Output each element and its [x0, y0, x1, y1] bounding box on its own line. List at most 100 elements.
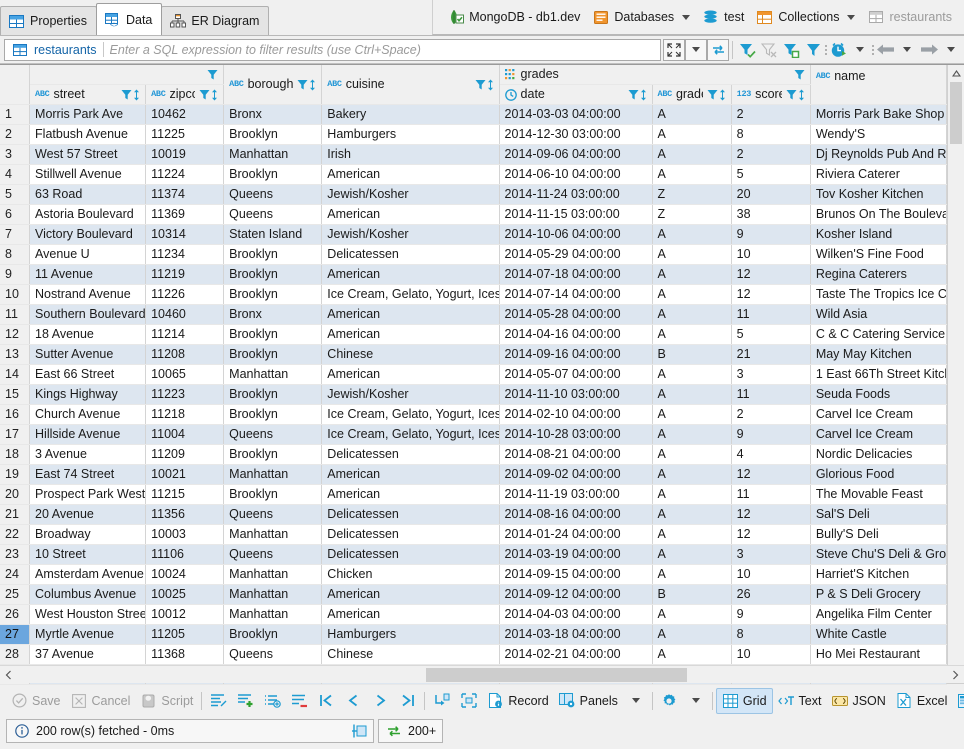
cancel-button[interactable]: Cancel [66, 688, 136, 714]
cell-street[interactable]: 18 Avenue [29, 324, 147, 345]
cell-zipcode[interactable]: 11223 [145, 384, 225, 405]
cell-borough[interactable]: Brooklyn [223, 484, 323, 505]
cell-grade[interactable]: A [652, 644, 732, 665]
cell-name[interactable]: 1 East 66Th Street Kitche [810, 364, 948, 385]
group-header-grades[interactable]: grades [499, 65, 811, 85]
cell-borough[interactable]: Brooklyn [223, 264, 323, 285]
row-number-cell[interactable]: 9 [0, 264, 31, 285]
cell-grade[interactable]: A [652, 104, 732, 125]
cell-name[interactable]: Tov Kosher Kitchen [810, 184, 948, 205]
cell-borough[interactable]: Queens [223, 544, 323, 565]
cell-borough[interactable]: Manhattan [223, 564, 323, 585]
cell-date[interactable]: 2014-11-19 03:00:00 [499, 484, 653, 505]
cell-grade[interactable]: A [652, 464, 732, 485]
column-header-name[interactable]: ABC name [810, 65, 948, 105]
cell-zipcode[interactable]: 11224 [145, 164, 225, 185]
row-number-cell[interactable]: 4 [0, 164, 31, 185]
cell-borough[interactable]: Brooklyn [223, 624, 323, 645]
cell-score[interactable]: 5 [731, 164, 811, 185]
grid-settings-button[interactable] [656, 688, 683, 714]
table-row[interactable]: 6 Astoria Boulevard 11369 Queens American 201… [0, 204, 948, 225]
row-number-cell[interactable]: 12 [0, 324, 31, 345]
cell-zipcode[interactable]: 11368 [145, 644, 225, 665]
row-number-cell[interactable]: 6 [0, 204, 31, 225]
table-row[interactable]: 24 Amsterdam Avenue 10024 Manhattan Chicken 2… [0, 564, 948, 585]
row-number-cell[interactable]: 13 [0, 344, 31, 365]
cell-date[interactable]: 2014-10-06 04:00:00 [499, 224, 653, 245]
cell-cuisine[interactable]: Hamburgers [321, 624, 500, 645]
cell-name[interactable]: Wild Asia [810, 304, 948, 325]
cell-date[interactable]: 2014-06-10 04:00:00 [499, 164, 653, 185]
databases-dropdown-icon[interactable] [682, 14, 691, 20]
column-score-filter-sort-icons[interactable] [786, 89, 805, 101]
table-row[interactable]: 3 West 57 Street 10019 Manhattan Irish 2014-0… [0, 144, 948, 165]
cell-score[interactable]: 4 [731, 444, 811, 465]
cell-date[interactable]: 2014-04-03 04:00:00 [499, 604, 653, 625]
cell-cuisine[interactable]: Ice Cream, Gelato, Yogurt, Ices [321, 424, 500, 445]
scroll-left-icon[interactable] [0, 666, 17, 684]
delete-row-button[interactable] [286, 688, 313, 714]
cell-zipcode[interactable]: 10019 [145, 144, 225, 165]
script-button[interactable]: Script [135, 688, 198, 714]
cell-cuisine[interactable]: American [321, 484, 500, 505]
cell-score[interactable]: 20 [731, 184, 811, 205]
table-row[interactable]: 20 Prospect Park West 11215 Brooklyn America… [0, 484, 948, 505]
cell-score[interactable]: 5 [731, 324, 811, 345]
cell-date[interactable]: 2014-03-18 04:00:00 [499, 624, 653, 645]
group-header-root-filter-icon[interactable] [207, 69, 218, 81]
filter-expression-input[interactable]: Enter a SQL expression to filter results… [110, 43, 421, 57]
cell-zipcode[interactable]: 11356 [145, 504, 225, 525]
cell-zipcode[interactable]: 11219 [145, 264, 225, 285]
cell-borough[interactable]: Queens [223, 204, 323, 225]
cell-score[interactable]: 8 [731, 124, 811, 145]
cell-borough[interactable]: Manhattan [223, 584, 323, 605]
cell-cuisine[interactable]: Jewish/Kosher [321, 184, 500, 205]
row-number-cell[interactable]: 27 [0, 624, 31, 645]
view-excel-button[interactable]: Excel [891, 688, 953, 714]
remove-filter-icon[interactable] [758, 39, 780, 61]
cell-grade[interactable]: A [652, 624, 732, 645]
cell-name[interactable]: Harriet'S Kitchen [810, 564, 948, 585]
cell-street[interactable]: Kings Highway [29, 384, 147, 405]
vertical-scroll-track[interactable] [948, 82, 964, 665]
cell-street[interactable]: Astoria Boulevard [29, 204, 147, 225]
cell-score[interactable]: 12 [731, 264, 811, 285]
cell-cuisine[interactable]: American [321, 204, 500, 225]
cell-name[interactable]: Morris Park Bake Shop [810, 104, 948, 125]
row-number-cell[interactable]: 28 [0, 644, 31, 665]
cell-name[interactable]: May May Kitchen [810, 344, 948, 365]
cell-zipcode[interactable]: 11215 [145, 484, 225, 505]
tab-data[interactable]: <> Data [95, 3, 163, 35]
row-number-cell[interactable]: 16 [0, 404, 31, 425]
history-icon[interactable] [827, 39, 849, 61]
cell-date[interactable]: 2014-12-30 03:00:00 [499, 124, 653, 145]
cell-borough[interactable]: Brooklyn [223, 404, 323, 425]
cell-street[interactable]: Southern Boulevard [29, 304, 147, 325]
column-header-grade[interactable]: ABC grade [652, 84, 732, 105]
cell-borough[interactable]: Brooklyn [223, 164, 323, 185]
cell-zipcode[interactable]: 11374 [145, 184, 225, 205]
connection-database[interactable]: MongoDB - db1.dev [441, 5, 586, 29]
table-row[interactable]: 4 Stillwell Avenue 11224 Brooklyn American 20… [0, 164, 948, 185]
cell-cuisine[interactable]: Chinese [321, 344, 500, 365]
export-data-button[interactable] [952, 688, 964, 714]
cell-score[interactable]: 11 [731, 484, 811, 505]
cell-date[interactable]: 2014-08-21 04:00:00 [499, 444, 653, 465]
row-number-cell[interactable]: 1 [0, 104, 31, 125]
cell-cuisine[interactable]: Delicatessen [321, 504, 500, 525]
horizontal-scroll-track[interactable] [17, 666, 947, 684]
column-grade-filter-sort-icons[interactable] [707, 89, 726, 101]
row-number-cell[interactable]: 20 [0, 484, 31, 505]
cell-score[interactable]: 12 [731, 284, 811, 305]
record-button[interactable]: Record [482, 688, 553, 714]
cell-score[interactable]: 9 [731, 224, 811, 245]
table-row[interactable]: 17 Hillside Avenue 11004 Queens Ice Cream, G… [0, 424, 948, 445]
cell-borough[interactable]: Queens [223, 424, 323, 445]
cell-borough[interactable]: Brooklyn [223, 124, 323, 145]
maximize-icon[interactable] [663, 38, 685, 61]
cell-grade[interactable]: A [652, 224, 732, 245]
table-row[interactable]: 28 37 Avenue 11368 Queens Chinese 2014-02-21 … [0, 644, 948, 665]
table-row[interactable]: 16 Church Avenue 11218 Brooklyn Ice Cream, G… [0, 404, 948, 425]
row-number-cell[interactable]: 25 [0, 584, 31, 605]
cell-grade[interactable]: A [652, 564, 732, 585]
